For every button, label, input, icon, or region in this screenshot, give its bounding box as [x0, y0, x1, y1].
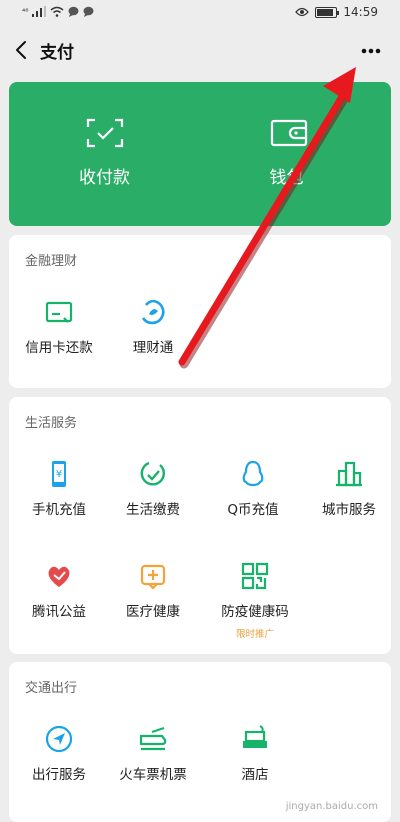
svg-text:¥: ¥ [56, 469, 62, 480]
nav-bar: 支付 [0, 26, 400, 74]
service-train-flight[interactable]: 火车票机票 [107, 724, 199, 783]
signal-icon [32, 6, 47, 17]
navigation-arrow-icon [45, 725, 73, 753]
clock: 14:59 [343, 5, 378, 19]
service-label: 理财通 [132, 340, 174, 356]
network-indicator: ⁴⁶ [22, 7, 29, 16]
service-label: 信用卡还款 [25, 340, 93, 356]
service-qcoin-topup[interactable]: Q币充值 [207, 459, 299, 518]
service-hotel[interactable]: 酒店 [209, 724, 301, 783]
service-credit-card-repay[interactable]: 信用卡还款 [13, 297, 105, 356]
travel-section: 交通出行 出行服务 火车票机票 酒店 [9, 662, 391, 822]
back-button[interactable] [10, 36, 34, 64]
section-title: 交通出行 [25, 681, 78, 696]
phone-topup-icon: ¥ [52, 461, 66, 487]
receive-pay-label: 收付款 [79, 168, 130, 188]
service-label: Q币充值 [227, 502, 279, 518]
service-health-code[interactable]: 防疫健康码 限时推广 [209, 561, 301, 640]
section-title: 金融理财 [25, 254, 78, 269]
wealth-icon [141, 299, 165, 325]
service-label: 腾讯公益 [32, 604, 86, 620]
service-label: 出行服务 [32, 767, 86, 783]
credit-card-icon [45, 301, 73, 323]
service-city[interactable]: 城市服务 [303, 459, 395, 518]
scan-frame-icon [86, 118, 124, 148]
wifi-icon [50, 6, 64, 17]
life-services-section: 生活服务 ¥ 手机充值 生活缴费 Q币充值 城市服务 腾讯公益 医疗健康 防疫健… [9, 397, 391, 654]
service-label: 生活缴费 [126, 502, 180, 518]
service-utility-bill[interactable]: 生活缴费 [107, 459, 199, 518]
utility-bill-icon [140, 461, 165, 486]
service-label: 酒店 [241, 767, 269, 783]
more-button[interactable] [356, 38, 386, 62]
status-bar: ⁴⁶ 14:59 [0, 0, 400, 26]
wallet-button[interactable]: 钱包 [191, 82, 382, 226]
section-title: 生活服务 [25, 416, 78, 431]
qq-penguin-icon [242, 460, 264, 487]
train-icon [139, 726, 167, 751]
service-label: 防疫健康码 [221, 604, 289, 620]
service-label: 医疗健康 [126, 604, 180, 620]
charity-heart-icon [48, 566, 70, 587]
service-phone-topup[interactable]: ¥ 手机充值 [13, 459, 105, 518]
medical-icon [140, 564, 166, 590]
service-travel[interactable]: 出行服务 [13, 724, 105, 783]
finance-section: 金融理财 信用卡还款 理财通 [9, 235, 391, 388]
more-dots-icon [361, 48, 381, 54]
service-label: 手机充值 [32, 502, 86, 518]
service-charity[interactable]: 腾讯公益 [13, 561, 105, 620]
battery-icon [315, 6, 340, 18]
service-label: 火车票机票 [119, 767, 187, 783]
eye-icon [295, 7, 310, 17]
receive-pay-button[interactable]: 收付款 [9, 82, 200, 226]
service-wealth[interactable]: 理财通 [107, 297, 199, 356]
wallet-icon [270, 119, 308, 147]
watermark: jingyan.baidu.com [285, 801, 378, 812]
hotel-bed-icon [243, 725, 267, 748]
chat-icon [83, 6, 94, 17]
city-building-icon [336, 461, 362, 487]
pay-header-card: 收付款 钱包 [9, 82, 391, 226]
chevron-left-icon [16, 41, 26, 59]
message-icon [68, 6, 79, 17]
page-title: 支付 [40, 43, 74, 63]
service-medical[interactable]: 医疗健康 [107, 561, 199, 620]
service-label: 城市服务 [322, 502, 376, 518]
promo-badge: 限时推广 [235, 629, 274, 640]
wallet-label: 钱包 [269, 168, 304, 188]
qr-code-icon [241, 562, 269, 590]
